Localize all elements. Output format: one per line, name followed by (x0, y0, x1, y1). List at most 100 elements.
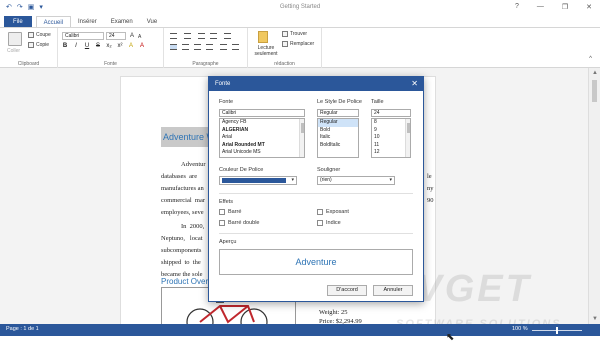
collapse-ribbon-icon[interactable]: ^ (589, 56, 592, 62)
dialog-close-icon[interactable]: ✕ (411, 78, 418, 90)
checkbox-box[interactable] (317, 220, 323, 226)
shading-icon[interactable] (232, 44, 239, 50)
subscript-label: Indice (326, 220, 341, 226)
style-option[interactable]: BoldItalic (318, 142, 358, 150)
cut-button[interactable]: Coupe (28, 32, 51, 38)
align-left-icon[interactable] (170, 44, 177, 50)
copy-button[interactable]: Copie (28, 42, 49, 48)
paste-icon[interactable] (8, 32, 22, 46)
help-icon[interactable]: ? (515, 3, 519, 11)
editing-group-label: rédaction (274, 61, 295, 67)
font-size-select[interactable]: 24 (106, 32, 126, 40)
ribbon: Coller Coupe Copie Clipboard Calibri 24 … (0, 28, 600, 68)
cancel-button[interactable]: Annuler (373, 285, 413, 296)
divider (219, 193, 413, 194)
find-button[interactable]: Trouver (282, 31, 307, 37)
readonly-button[interactable]: Lecture seulement (252, 45, 280, 57)
font-list-thumb[interactable] (301, 123, 304, 133)
paste-button[interactable]: Coller (7, 48, 20, 54)
paragraph-marks-icon[interactable] (224, 33, 231, 39)
italic-button[interactable]: I (73, 43, 79, 49)
align-center-icon[interactable] (182, 44, 189, 50)
bullets-icon[interactable] (170, 33, 177, 39)
close-icon[interactable]: ✕ (586, 3, 592, 11)
underline-label: Souligner (317, 167, 341, 173)
font-group: Calibri 24 A A B I U S x₂ x² A A Fonte (58, 28, 164, 68)
chevron-down-icon: ▾ (291, 177, 294, 183)
justify-icon[interactable] (206, 44, 213, 50)
spec-weight: Weight: 25 (319, 309, 348, 316)
strikethrough-checkbox[interactable]: Barré (219, 209, 241, 215)
font-family-label: Fonte (219, 99, 234, 105)
numbering-icon[interactable] (184, 33, 191, 39)
font-style-input[interactable]: Regular (317, 109, 359, 117)
minimize-icon[interactable]: — (537, 3, 544, 11)
status-bar: Page : 1 de 1 100 % (0, 324, 600, 336)
scroll-thumb[interactable] (592, 80, 597, 102)
size-list-scrollbar[interactable] (405, 119, 410, 157)
superscript-button[interactable]: x² (117, 43, 123, 49)
font-dialog: Fonte ✕ Fonte Calibri Agency FB ALGERIAN… (208, 76, 424, 302)
para1-right1: le (427, 173, 432, 180)
maximize-icon[interactable]: ❐ (562, 3, 568, 11)
ok-button[interactable]: D'accord (327, 285, 367, 296)
style-option[interactable]: Italic (318, 134, 358, 142)
double-strike-checkbox[interactable]: Barré double (219, 220, 260, 226)
scroll-down-icon[interactable]: ▼ (592, 316, 598, 322)
replace-button[interactable]: Remplacer (282, 41, 314, 47)
superscript-checkbox[interactable]: Exposant (317, 209, 349, 215)
font-family-input[interactable]: Calibri (219, 109, 305, 117)
decrease-indent-icon[interactable] (198, 33, 205, 39)
font-option[interactable]: Arial (220, 134, 304, 142)
strike-label: Barré (228, 209, 242, 215)
zoom-slider-thumb[interactable] (556, 327, 558, 334)
shrink-font-button[interactable]: A (138, 34, 141, 40)
font-style-list[interactable]: Regular Bold Italic BoldItalic (317, 118, 359, 158)
chevron-down-icon: ▾ (389, 177, 392, 183)
font-size-input[interactable]: 24 (371, 109, 411, 117)
font-option[interactable]: Agency FB (220, 119, 304, 127)
font-size-label: Taille (371, 99, 384, 105)
bold-button[interactable]: B (62, 43, 68, 49)
highlight-button[interactable]: A (128, 43, 134, 49)
line-spacing-icon[interactable] (220, 44, 227, 50)
strikethrough-button[interactable]: S (95, 43, 101, 49)
double-strike-label: Barré double (228, 220, 260, 226)
checkbox-box[interactable] (317, 209, 323, 215)
underline-select[interactable]: (rien) ▾ (317, 176, 395, 185)
vertical-scrollbar[interactable]: ▲ ▼ (588, 68, 600, 324)
copy-icon (28, 42, 34, 48)
checkbox-box[interactable] (219, 220, 225, 226)
replace-icon (282, 41, 288, 47)
style-option[interactable]: Regular (318, 119, 358, 127)
font-size-list[interactable]: 8 9 10 11 12 (371, 118, 411, 158)
title-bar: ↶ ↷ ▣ ▾ Getting Started ? — ❐ ✕ (0, 0, 600, 16)
font-option[interactable]: ALGERIAN (220, 127, 304, 135)
binoculars-icon (282, 31, 288, 37)
font-list-scrollbar[interactable] (299, 119, 304, 157)
size-list-thumb[interactable] (407, 123, 410, 133)
subscript-button[interactable]: x₂ (106, 43, 112, 49)
font-color-select[interactable]: ▾ (219, 176, 297, 185)
font-style-label: Le Style De Police (317, 99, 362, 105)
subscript-checkbox[interactable]: Indice (317, 220, 341, 226)
font-color-button[interactable]: A (139, 43, 145, 49)
font-option[interactable]: Arial Rounded MT (220, 142, 304, 150)
font-option[interactable]: Arial Unicode MS (220, 149, 304, 157)
style-option[interactable]: Bold (318, 127, 358, 135)
para1-right3: 90 (427, 197, 434, 204)
font-family-select[interactable]: Calibri (62, 32, 104, 40)
mouse-cursor-icon: ⬉ (446, 332, 455, 343)
align-right-icon[interactable] (194, 44, 201, 50)
checkbox-box[interactable] (219, 209, 225, 215)
underline-button[interactable]: U (84, 43, 90, 49)
zoom-level[interactable]: 100 % (512, 326, 528, 332)
scroll-up-icon[interactable]: ▲ (592, 70, 598, 76)
grow-font-button[interactable]: A (130, 33, 134, 39)
clipboard-group-label: Clipboard (17, 61, 40, 67)
font-family-list[interactable]: Agency FB ALGERIAN Arial Arial Rounded M… (219, 118, 305, 158)
lock-icon[interactable] (258, 31, 268, 43)
increase-indent-icon[interactable] (210, 33, 217, 39)
window-title: Getting Started (279, 4, 321, 10)
paragraph-group: Paragraphe (164, 28, 248, 68)
